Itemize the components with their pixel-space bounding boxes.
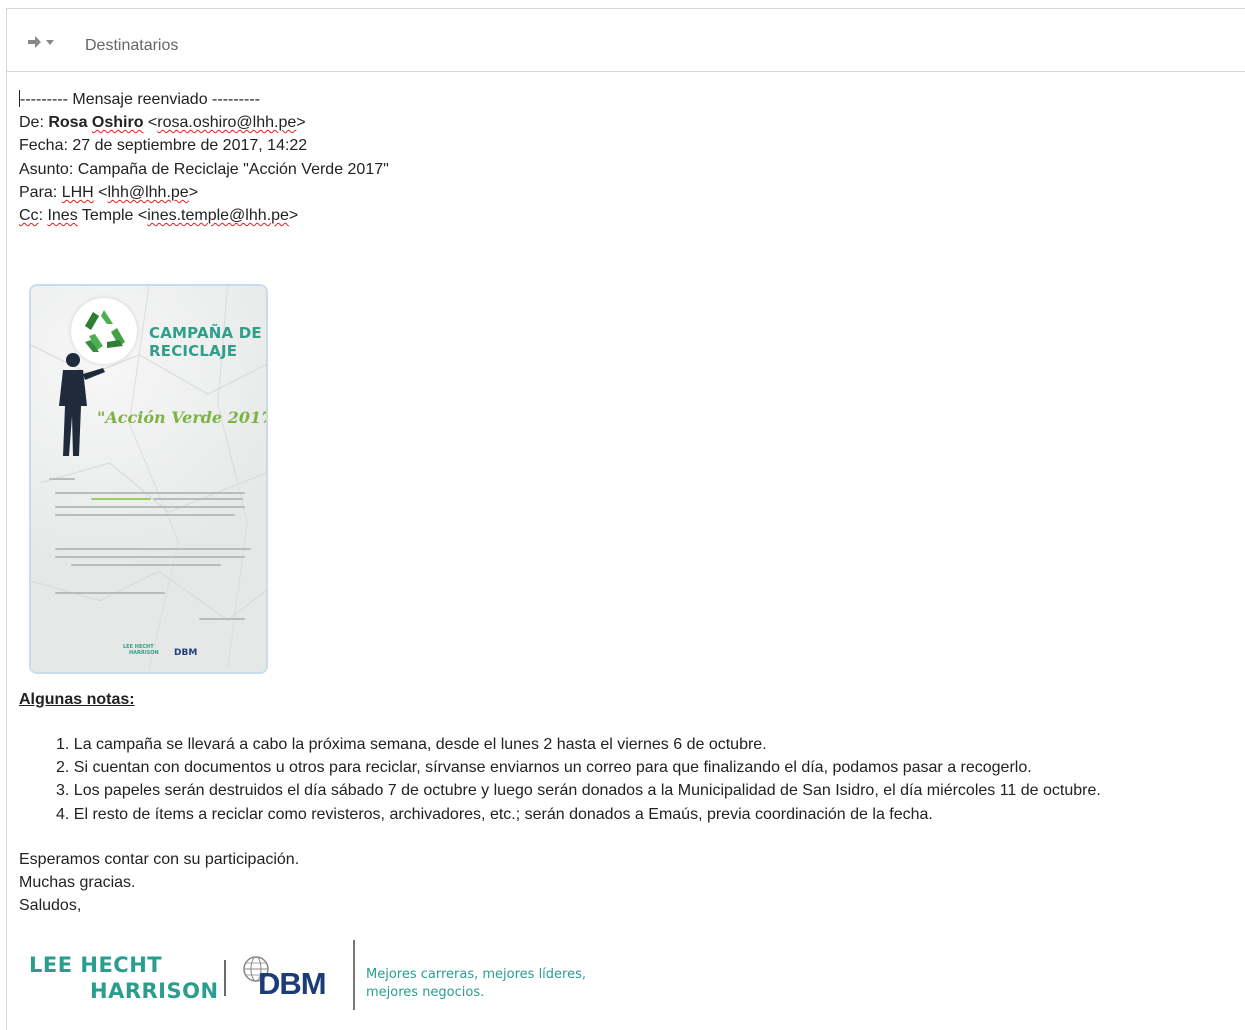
poster-text-line xyxy=(55,506,245,508)
cc-email-link[interactable]: ines.temple@lhh.pe xyxy=(147,207,289,224)
poster-text-line xyxy=(153,498,243,500)
forward-arrow-dropdown-icon[interactable] xyxy=(26,34,56,50)
campaign-poster-image[interactable]: CAMPAÑA DE RECICLAJE "Acción Verde 2017"… xyxy=(29,284,268,674)
to-name: LHH xyxy=(61,183,94,201)
signature-divider xyxy=(353,940,355,1010)
list-item: 2. Si cuentan con documentos u otros par… xyxy=(56,759,1032,777)
forward-separator: --------- Mensaje reenviado --------- xyxy=(19,90,260,108)
from-email-link[interactable]: rosa.oshiro@lhh.pe xyxy=(157,114,296,131)
signature-dbm-logo: DBM xyxy=(258,966,327,1001)
notes-list: 1. La campaña se llevará a cabo la próxi… xyxy=(56,733,1101,826)
recipients-bar[interactable]: Destinatarios xyxy=(6,8,1245,72)
poster-slogan: "Acción Verde 2017" xyxy=(97,408,268,427)
closing-text: Esperamos contar con su participación. M… xyxy=(19,851,300,915)
list-item: 4. El resto de ítems a reciclar como rev… xyxy=(56,805,933,823)
poster-text-line xyxy=(55,592,165,594)
signature-divider xyxy=(224,960,226,996)
to-line: Para: LHH <lhh@lhh.pe> xyxy=(19,183,199,201)
poster-text-line xyxy=(55,556,245,558)
recipients-label[interactable]: Destinatarios xyxy=(85,37,178,55)
poster-brand-dbm: DBM xyxy=(174,648,198,658)
list-item: 3. Los papeles serán destruidos el día s… xyxy=(56,782,1101,800)
notes-title: Algunas notas: xyxy=(19,691,135,708)
list-item: 1. La campaña se llevará a cabo la próxi… xyxy=(56,736,767,753)
poster-text-line xyxy=(71,564,221,566)
recycle-logo xyxy=(71,298,137,364)
subject-line: Asunto: Campaña de Reciclaje "Acción Ver… xyxy=(19,160,389,178)
poster-text-line xyxy=(199,618,245,620)
poster-brand-lhh: LEE HECHT HARRISON xyxy=(123,644,159,656)
to-email-link[interactable]: lhh@lhh.pe xyxy=(108,184,189,201)
recycle-icon xyxy=(85,310,125,352)
poster-text-line xyxy=(55,548,251,550)
cc-name: Ines xyxy=(47,206,78,224)
businessman-silhouette-icon xyxy=(59,353,105,456)
signature-lhh-logo: LEE HECHT HARRISON xyxy=(29,953,219,1003)
from-name: Rosa Oshiro xyxy=(48,114,144,132)
poster-title: CAMPAÑA DE RECICLAJE xyxy=(149,324,262,360)
poster-text-line xyxy=(55,514,235,516)
date-line: Fecha: 27 de septiembre de 2017, 14:22 xyxy=(19,137,308,155)
poster-text-line xyxy=(55,492,245,494)
poster-text-line xyxy=(91,498,151,500)
signature-tagline: Mejores carreras, mejores líderes, mejor… xyxy=(366,967,587,1000)
cc-line: Cc: Ines Temple <ines.temple@lhh.pe> xyxy=(19,206,299,224)
forwarded-header: --------- Mensaje reenviado --------- De… xyxy=(19,88,389,227)
poster-text-line xyxy=(49,478,75,480)
from-line: De: Rosa Oshiro <rosa.oshiro@lhh.pe> xyxy=(19,114,306,132)
